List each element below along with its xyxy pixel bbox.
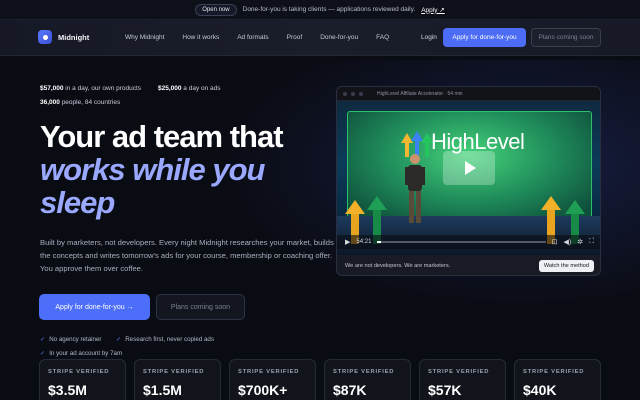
window-dot-icon [343, 91, 347, 96]
nav-link-how-it-works[interactable]: How it works [182, 34, 219, 41]
video-player[interactable]: HighLevel [337, 101, 600, 256]
stripe-value: $700K+ [238, 382, 288, 398]
nav-links: Why Midnight How it works Ad formats Pro… [125, 34, 407, 41]
check-by-7am: ✓ In your ad account by 7am [40, 350, 123, 357]
check-icon: ✓ [40, 336, 46, 343]
stripe-label: STRIPE VERIFIED [333, 369, 395, 375]
stat-daily-ads: $25,000 a day on ads [158, 85, 221, 92]
watch-method-button[interactable]: Watch the method [538, 260, 594, 272]
hero-apply-button[interactable]: Apply for done-for-you → [39, 294, 150, 320]
midnight-logo-icon [38, 30, 52, 44]
stripe-card: STRIPE VERIFIED $700K+ [229, 359, 316, 400]
open-now-badge: Open now [195, 3, 237, 16]
stripe-value: $3.5M [48, 382, 87, 398]
stripe-label: STRIPE VERIFIED [48, 369, 110, 375]
brand[interactable]: Midnight [38, 30, 89, 44]
nav-link-ad-formats[interactable]: Ad formats [237, 34, 268, 41]
hero-headline: Your ad team that works while you sleep [40, 119, 284, 220]
video-time: 54:21 [356, 239, 372, 245]
check-icon: ✓ [40, 350, 46, 357]
stripe-card: STRIPE VERIFIED $57K [419, 359, 506, 400]
fullscreen-icon[interactable]: ⛶ [589, 238, 594, 246]
announcement-bar: Open now Done-for-you is taking clients … [0, 0, 640, 20]
window-dot-icon [359, 91, 363, 96]
speaker-figure-icon [405, 154, 425, 223]
check-no-retainer: ✓ No agency retainer [40, 336, 102, 343]
video-controls: ▶ 54:21 ⊡ ◀) ✲ ⛶ [337, 235, 600, 249]
nav-link-faq[interactable]: FAQ [376, 34, 389, 41]
video-card: HighLevel Affiliate Accelerator · 54 min… [336, 86, 601, 276]
video-caption: We are not developers. We are marketers. [345, 263, 451, 269]
brand-name: Midnight [58, 32, 90, 42]
stat-daily-sales: $57,000 in a day, our own products [40, 85, 142, 92]
hero-plans-button[interactable]: Plans coming soon [156, 294, 245, 320]
stripe-label: STRIPE VERIFIED [523, 369, 585, 375]
stripe-card: STRIPE VERIFIED $87K [324, 359, 411, 400]
nav-link-why-midnight[interactable]: Why Midnight [125, 34, 164, 41]
announcement-text: Done-for-you is taking clients — applica… [242, 6, 416, 13]
announcement-apply-link[interactable]: Apply ↗ [421, 6, 445, 14]
stripe-label: STRIPE VERIFIED [428, 369, 490, 375]
stripe-value: $87K [333, 382, 367, 398]
settings-icon[interactable]: ✲ [577, 238, 583, 246]
nav-plans-button[interactable]: Plans coming soon [531, 28, 601, 47]
stripe-card: STRIPE VERIFIED $1.5M [134, 359, 221, 400]
nav-apply-button[interactable]: Apply for done-for-you [443, 28, 526, 47]
stripe-label: STRIPE VERIFIED [238, 369, 300, 375]
video-progress-fill [377, 241, 381, 243]
check-research-first: ✓ Research first, never copied ads [116, 336, 214, 343]
stripe-card: STRIPE VERIFIED $40K [514, 359, 601, 400]
window-dot-icon [351, 91, 355, 96]
stat-people: 36,000 people, 84 countries [40, 99, 121, 106]
captions-icon[interactable]: ⊡ [552, 238, 558, 246]
stripe-value: $40K [523, 382, 557, 398]
video-progress-bar[interactable] [377, 241, 546, 243]
nav-link-proof[interactable]: Proof [287, 34, 303, 41]
hero-subtitle: Built by marketers, not developers. Ever… [40, 238, 334, 273]
check-icon: ✓ [116, 336, 122, 343]
stripe-label: STRIPE VERIFIED [143, 369, 205, 375]
login-link[interactable]: Login [421, 34, 437, 41]
video-footer: We are not developers. We are marketers.… [337, 255, 600, 275]
stripe-card: STRIPE VERIFIED $3.5M [39, 359, 126, 400]
nav-link-done-for-you[interactable]: Done-for-you [320, 34, 358, 41]
volume-icon[interactable]: ◀) [564, 238, 572, 246]
play-small-icon[interactable]: ▶ [345, 238, 350, 246]
stripe-value: $1.5M [143, 382, 182, 398]
stripe-value: $57K [428, 382, 462, 398]
play-icon[interactable] [443, 151, 495, 185]
video-title: HighLevel Affiliate Accelerator · 54 min [377, 90, 463, 97]
video-header: HighLevel Affiliate Accelerator · 54 min [337, 87, 600, 101]
